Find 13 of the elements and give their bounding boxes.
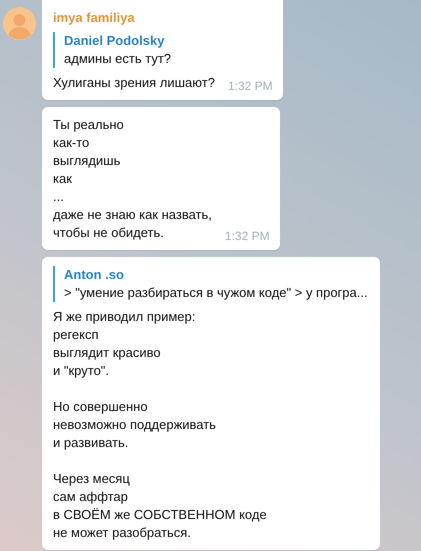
reply-text: админы есть тут?: [64, 50, 172, 68]
reply-author: Anton .so: [64, 266, 125, 284]
message-text: Я же приводил пример: регексп выглядит красиво и "круто". Но совершенно невозможно поддерживать и развивать. Через месяц сам аффтар в СВОЁМ же СОБСТВЕННОМ коде не может разобраться.: [53, 309, 267, 540]
reply-text: > "умение разбираться в чужом коде" > у програ...: [64, 284, 368, 302]
message-text: Хулиганы зрения лишают?: [53, 75, 215, 90]
message-time: 1:32 PM: [224, 228, 270, 245]
avatar-icon: [3, 7, 36, 40]
sender-name: imya familiya: [53, 9, 136, 27]
message-time: 1:32 PM: [228, 78, 273, 95]
reply-quote[interactable]: Daniel Podolsky админы есть тут?: [53, 32, 271, 68]
reply-quote[interactable]: Anton .so > "умение разбираться в чужом коде" > у програ...: [53, 266, 368, 302]
message-text: Ты реально как-то выглядишь как ... даже не знаю как назвать, чтобы не обидеть.: [53, 117, 212, 240]
reply-author: Daniel Podolsky: [64, 32, 166, 50]
